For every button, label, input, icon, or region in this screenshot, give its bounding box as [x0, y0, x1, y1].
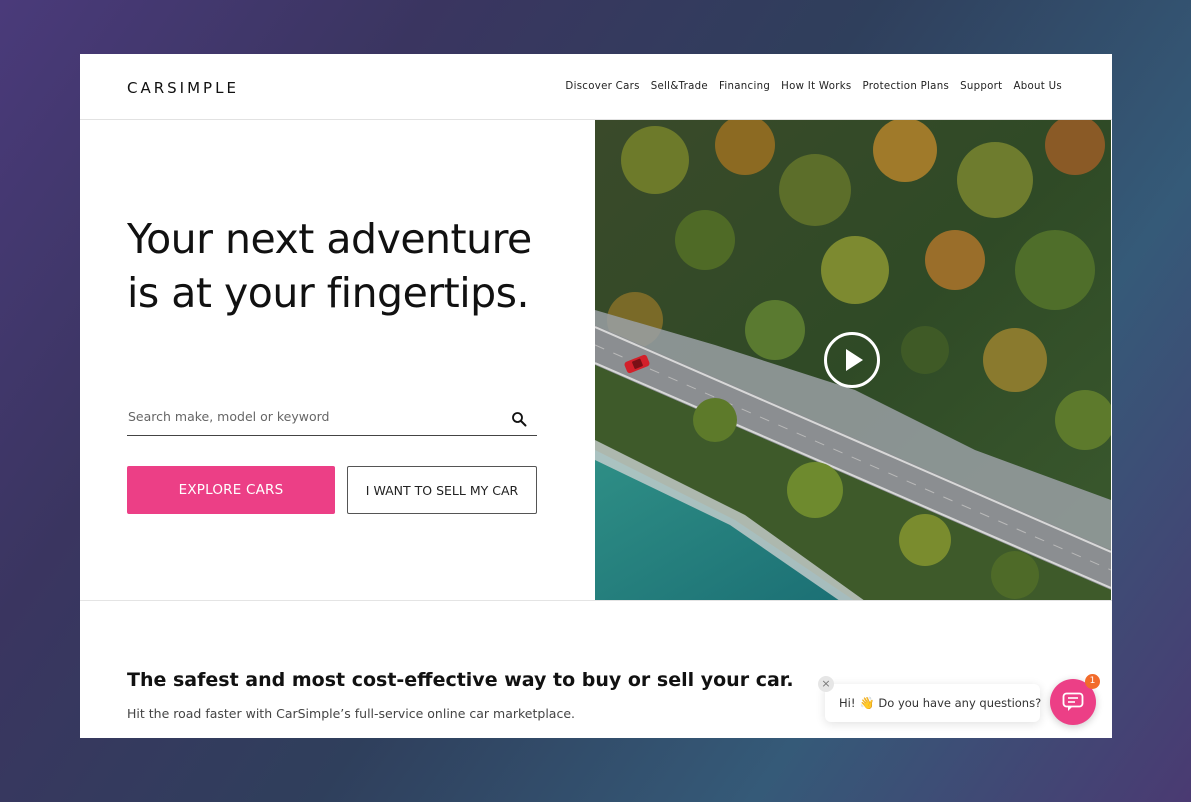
- hero-headline: Your next adventure is at your fingertip…: [127, 215, 532, 317]
- nav-protection-plans[interactable]: Protection Plans: [863, 81, 950, 92]
- nav-support[interactable]: Support: [960, 81, 1002, 92]
- nav-how-it-works[interactable]: How It Works: [781, 81, 851, 92]
- search-input[interactable]: [128, 409, 498, 424]
- explore-cars-button[interactable]: EXPLORE CARS: [127, 466, 335, 514]
- chat-greeting-prefix: Hi!: [839, 696, 856, 710]
- hero-content: Your next adventure is at your fingertip…: [80, 120, 595, 600]
- section-tagline: The safest and most cost-effective way t…: [127, 669, 794, 691]
- page: CARSIMPLE Discover Cars Sell&Trade Finan…: [80, 54, 1112, 738]
- nav-about-us[interactable]: About Us: [1013, 81, 1062, 92]
- nav-discover-cars[interactable]: Discover Cars: [565, 81, 639, 92]
- search-icon[interactable]: [511, 411, 527, 427]
- main-nav: Discover Cars Sell&Trade Financing How I…: [565, 81, 1062, 92]
- waving-hand-icon: 👋: [859, 696, 875, 710]
- chat-greeting-text: Do you have any questions?: [878, 696, 1042, 710]
- site-header: CARSIMPLE Discover Cars Sell&Trade Finan…: [80, 54, 1112, 120]
- section-divider: [80, 600, 1112, 601]
- carsimple-logo[interactable]: CARSIMPLE: [127, 79, 239, 97]
- nav-financing[interactable]: Financing: [719, 81, 770, 92]
- chat-greeting[interactable]: Hi! 👋 Do you have any questions?: [825, 684, 1042, 722]
- chat-icon: [1062, 692, 1084, 711]
- close-icon[interactable]: ×: [818, 676, 834, 692]
- sell-my-car-button[interactable]: I WANT TO SELL MY CAR: [347, 466, 537, 514]
- search-bar: [127, 401, 537, 436]
- play-button[interactable]: [824, 332, 880, 388]
- nav-sell-trade[interactable]: Sell&Trade: [651, 81, 708, 92]
- hero-video-thumbnail[interactable]: [595, 120, 1111, 601]
- section-subtext: Hit the road faster with CarSimple’s ful…: [127, 706, 575, 721]
- play-icon: [846, 349, 863, 371]
- notification-badge: 1: [1085, 674, 1100, 689]
